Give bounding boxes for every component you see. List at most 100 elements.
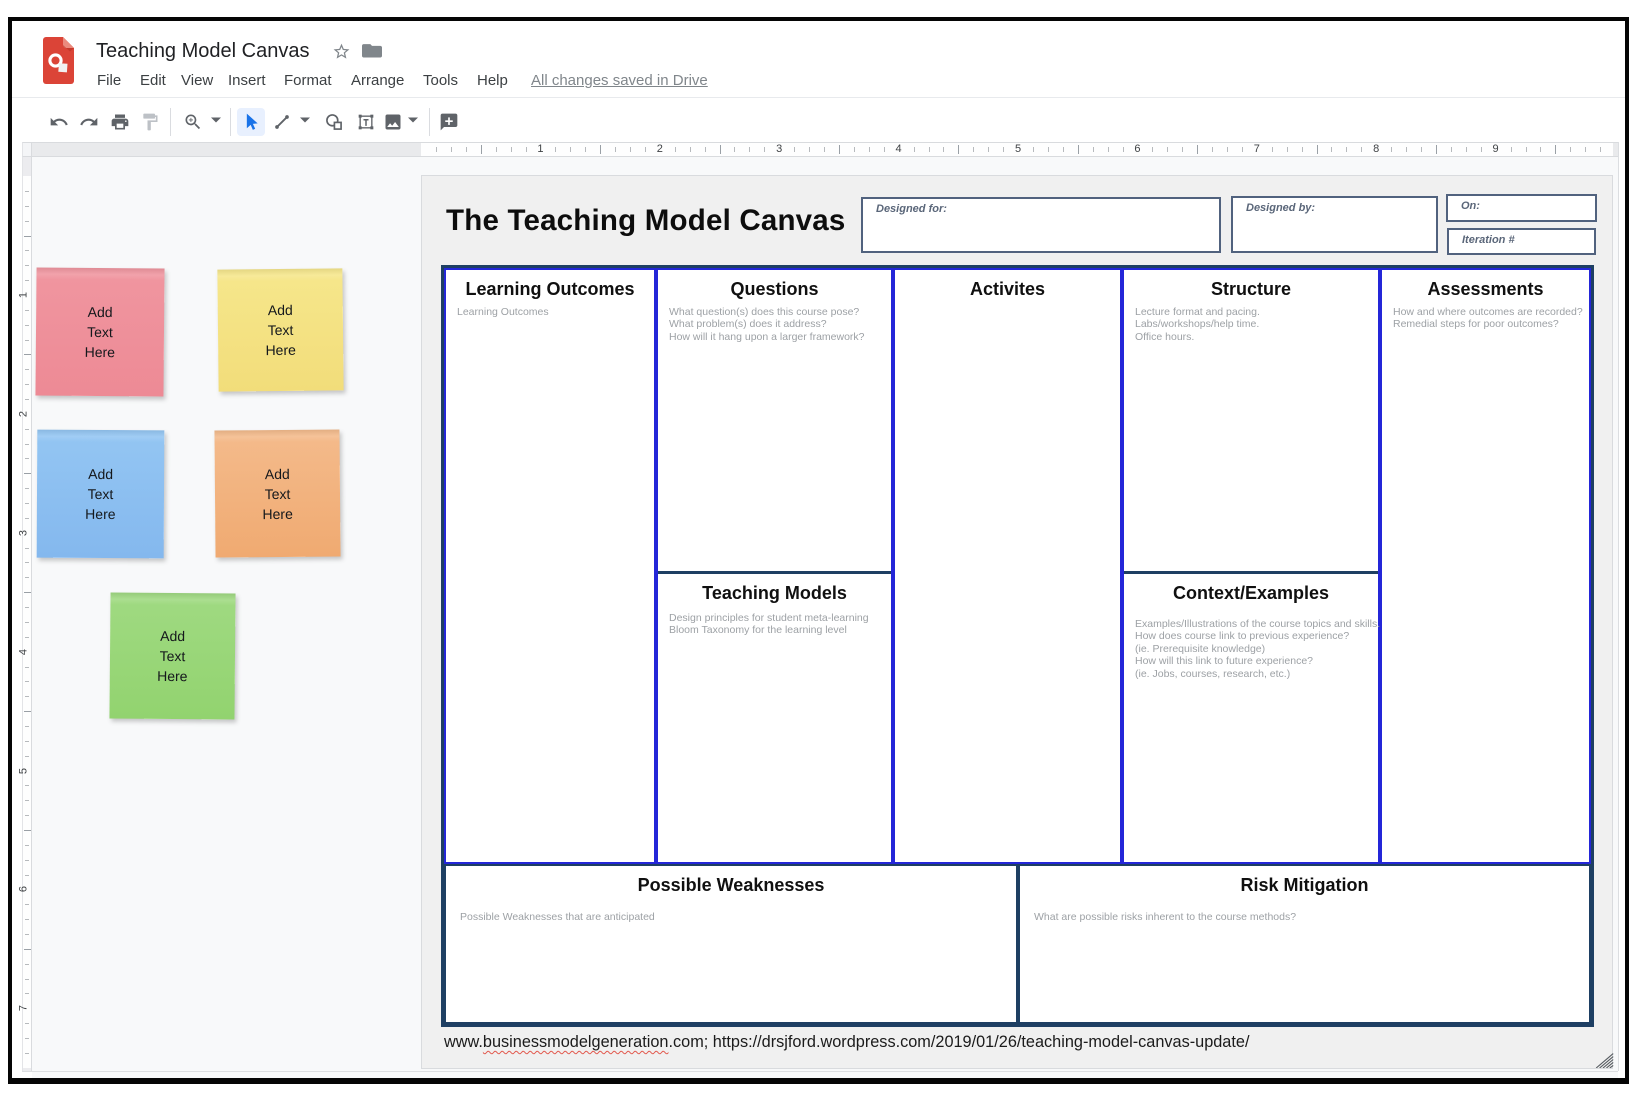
cell-questions[interactable]: Questions What question(s) does this cou… xyxy=(658,270,891,571)
ruler-number: 8 xyxy=(1373,143,1379,156)
ruler-tick xyxy=(25,444,29,445)
cell-teaching-models[interactable]: Teaching Models Design principles for st… xyxy=(658,574,891,862)
cell-hints: Lecture format and pacing.Labs/workshops… xyxy=(1135,306,1372,343)
sticky-note-yellow[interactable]: Add Text Here xyxy=(217,268,343,391)
ruler-tick xyxy=(511,147,512,152)
ruler-tick xyxy=(25,340,29,341)
ruler-tick xyxy=(570,147,571,152)
move-folder-icon[interactable] xyxy=(362,44,382,61)
ruler-tick xyxy=(1078,145,1079,154)
ruler-tick xyxy=(25,667,29,668)
ruler-tick xyxy=(1063,147,1064,152)
cell-possible-weaknesses[interactable]: Possible Weaknesses Possible Weaknesses … xyxy=(444,864,1018,1024)
cell-title: Structure xyxy=(1124,278,1378,300)
image-dropdown-arrow[interactable] xyxy=(408,117,418,127)
scrollbar-track-horizontal[interactable] xyxy=(22,1071,1618,1072)
ruler-tick xyxy=(749,147,750,152)
document-title[interactable]: Teaching Model Canvas xyxy=(96,40,309,63)
ruler-tick xyxy=(734,147,735,152)
ruler-tick xyxy=(884,147,885,152)
shape-tool-button[interactable] xyxy=(322,110,346,134)
ruler-tick xyxy=(555,147,556,152)
cell-risk-mitigation[interactable]: Risk Mitigation What are possible risks … xyxy=(1018,864,1591,1024)
ruler-number: 3 xyxy=(776,143,782,156)
cell-learning-outcomes[interactable]: Learning Outcomes Learning Outcomes xyxy=(444,268,656,864)
ruler-tick xyxy=(25,681,29,682)
cell-assessments[interactable]: Assessments How and where outcomes are r… xyxy=(1380,268,1591,864)
ruler-tick xyxy=(25,548,29,549)
ruler-tick xyxy=(929,147,930,152)
cell-structure[interactable]: Structure Lecture format and pacing.Labs… xyxy=(1124,270,1378,571)
menu-view[interactable]: View xyxy=(181,70,213,92)
ruler-tick xyxy=(1451,147,1452,152)
menu-file[interactable]: File xyxy=(97,70,121,92)
redo-button[interactable] xyxy=(77,110,101,134)
ruler-tick xyxy=(24,592,31,593)
ruler-tick xyxy=(1481,147,1482,152)
ruler-tick xyxy=(1511,147,1512,152)
designed-by-label: Designed by: xyxy=(1246,202,1315,214)
menu-insert[interactable]: Insert xyxy=(228,70,266,92)
line-tool-button[interactable] xyxy=(270,110,294,134)
cell-hints: Examples/Illustrations of the course top… xyxy=(1135,618,1372,680)
star-icon[interactable] xyxy=(332,42,351,61)
cell-context-examples[interactable]: Context/Examples Examples/Illustrations … xyxy=(1124,574,1378,862)
ruler-tick xyxy=(25,250,29,251)
ruler-tick xyxy=(824,147,825,152)
ruler-tick xyxy=(914,147,915,152)
horizontal-ruler: 123456789 xyxy=(32,142,1618,157)
iteration-field[interactable]: Iteration # xyxy=(1447,228,1596,255)
drawing-page[interactable]: The Teaching Model Canvas Designed for: … xyxy=(422,176,1612,1068)
page-resize-grip[interactable] xyxy=(1592,1051,1614,1068)
ruler-tick xyxy=(600,145,601,154)
zoom-dropdown-arrow[interactable] xyxy=(211,117,221,127)
ruler-number: 3 xyxy=(18,530,31,536)
image-tool-button[interactable] xyxy=(381,110,405,134)
ruler-tick xyxy=(25,860,29,861)
save-status-link[interactable]: All changes saved in Drive xyxy=(531,71,708,91)
toolbar-separator xyxy=(230,108,231,136)
undo-button[interactable] xyxy=(47,110,71,134)
sticky-note-red[interactable]: Add Text Here xyxy=(35,267,164,396)
ruler-tick xyxy=(1302,147,1303,152)
ruler-tick xyxy=(630,147,631,152)
cell-hints: Possible Weaknesses that are anticipated xyxy=(460,911,1010,923)
menu-help[interactable]: Help xyxy=(477,70,508,92)
ruler-tick xyxy=(25,741,29,742)
menu-edit[interactable]: Edit xyxy=(140,70,166,92)
line-dropdown-arrow[interactable] xyxy=(300,117,310,127)
on-field[interactable]: On: xyxy=(1446,194,1597,222)
ruler-tick xyxy=(25,696,29,697)
ruler-number: 7 xyxy=(1254,143,1260,156)
ruler-number: 5 xyxy=(18,767,31,773)
ruler-corner xyxy=(22,142,32,157)
text-box-tool-button[interactable] xyxy=(354,110,378,134)
cell-activites[interactable]: Activites xyxy=(893,268,1122,864)
designed-for-field[interactable]: Designed for: xyxy=(861,197,1221,253)
menu-arrange[interactable]: Arrange xyxy=(351,70,404,92)
column-questions: Questions What question(s) does this cou… xyxy=(656,268,893,864)
ruler-number: 6 xyxy=(18,886,31,892)
select-tool-button[interactable] xyxy=(239,110,263,134)
sticky-note-orange[interactable]: Add Text Here xyxy=(214,429,340,557)
designed-by-field[interactable]: Designed by: xyxy=(1231,196,1438,253)
sticky-note-blue[interactable]: Add Text Here xyxy=(37,430,165,559)
zoom-button[interactable] xyxy=(181,110,205,134)
paint-format-button[interactable] xyxy=(138,110,162,134)
ruler-tick xyxy=(25,726,29,727)
ruler-tick xyxy=(25,637,29,638)
ruler-tick xyxy=(25,265,29,266)
scrollbar-track-vertical[interactable] xyxy=(1618,142,1619,1071)
cell-hints: Learning Outcomes xyxy=(457,306,648,318)
note-text: Add Text Here xyxy=(254,300,307,361)
ruler-tick xyxy=(1406,147,1407,152)
sticky-note-green[interactable]: Add Text Here xyxy=(109,592,235,719)
canvas-table: Learning Outcomes Learning Outcomes Ques… xyxy=(441,265,1594,1027)
insert-comment-button[interactable] xyxy=(437,110,461,134)
ruler-tick xyxy=(25,518,29,519)
ruler-number: 1 xyxy=(18,292,31,298)
menu-tools[interactable]: Tools xyxy=(423,70,458,92)
menu-format[interactable]: Format xyxy=(284,70,332,92)
ruler-tick xyxy=(25,919,29,920)
print-button[interactable] xyxy=(108,110,132,134)
